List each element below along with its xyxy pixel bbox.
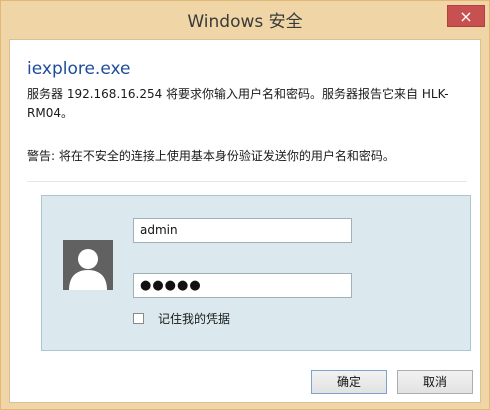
password-input[interactable]: ●●●●●: [133, 273, 352, 298]
close-icon: ×: [459, 7, 473, 26]
cancel-button[interactable]: 取消: [397, 370, 473, 394]
ok-button[interactable]: 确定: [311, 370, 387, 394]
separator: [27, 181, 467, 182]
username-input[interactable]: admin: [133, 218, 352, 243]
credential-panel: admin ●●●●● 记住我的凭据: [41, 195, 471, 351]
server-message: 服务器 192.168.16.254 将要求你输入用户名和密码。服务器报告它来自…: [27, 87, 449, 120]
remember-label[interactable]: 记住我的凭据: [158, 310, 230, 328]
dialog-content: iexplore.exe 服务器 192.168.16.254 将要求你输入用户…: [9, 39, 481, 403]
dialog-window: Windows 安全 × iexplore.exe 服务器 192.168.16…: [0, 0, 490, 410]
close-button[interactable]: ×: [447, 5, 485, 27]
security-warning: 警告: 将在不安全的连接上使用基本身份验证发送你的用户名和密码。: [27, 149, 395, 163]
remember-checkbox[interactable]: [133, 313, 144, 324]
title-bar[interactable]: Windows 安全 ×: [1, 1, 489, 39]
app-name: iexplore.exe: [27, 59, 131, 79]
user-silhouette-icon: [63, 240, 113, 290]
window-title: Windows 安全: [187, 12, 303, 32]
